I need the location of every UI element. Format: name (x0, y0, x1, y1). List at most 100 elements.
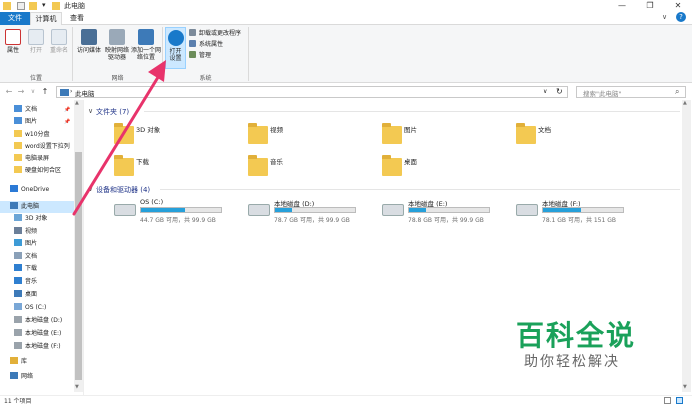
content-scrollbar[interactable]: ▲ ▼ (682, 100, 691, 392)
scroll-up-icon[interactable]: ▲ (75, 100, 79, 106)
drive-item[interactable]: OS (C:) 44.7 GB 可用，共 99.9 GB (114, 198, 244, 224)
sidebar-item[interactable]: 网络 (0, 371, 74, 383)
pin-icon[interactable]: 📌 (64, 116, 70, 128)
folders-section-title[interactable]: 文件夹 (7) (96, 107, 129, 117)
sidebar-item-label: 3D 对象 (25, 215, 48, 222)
folder-icon (516, 123, 536, 144)
sidebar-item[interactable]: 库 (0, 356, 74, 368)
scroll-down-icon[interactable]: ▼ (75, 384, 79, 390)
up-arrow-icon[interactable]: ↑ (40, 87, 50, 96)
sidebar-item-label: OS (C:) (25, 304, 47, 311)
collapse-drives-icon[interactable]: ∨ (88, 185, 93, 193)
sidebar-item-icon (14, 290, 22, 297)
drive-item[interactable]: 本地磁盘 (F:) 78.1 GB 可用，共 151 GB (516, 198, 646, 224)
sidebar-item[interactable]: word设置下拉列 (0, 141, 74, 153)
watermark-subtitle: 助你轻松解决 (524, 354, 620, 370)
back-arrow-icon[interactable]: ← (4, 87, 14, 96)
folder-item[interactable]: 图片 (382, 123, 502, 152)
sidebar-item[interactable]: w10分盘 (0, 129, 74, 141)
folder-icon (114, 155, 134, 176)
drives-section-title[interactable]: 设备和驱动器 (4) (96, 185, 150, 195)
minimize-button[interactable]: — (612, 0, 632, 12)
search-input[interactable]: 搜索"此电脑" ⌕ (576, 86, 686, 98)
sidebar-scrollbar[interactable]: ▲ ▼ (74, 100, 83, 392)
help-button[interactable]: ? (676, 12, 686, 22)
drive-usage-bar (408, 207, 490, 213)
scroll-down-icon[interactable]: ▼ (683, 384, 687, 390)
system-properties-label: 系统属性 (199, 41, 224, 48)
sidebar-item-label: 本地磁盘 (D:) (25, 317, 63, 324)
recent-dropdown-icon[interactable]: ∨ (28, 88, 38, 95)
folder-label: 文档 (538, 126, 551, 134)
computer-icon (189, 40, 196, 47)
folder-item[interactable]: 3D 对象 (114, 123, 234, 152)
drive-space-detail: 78.7 GB 可用，共 99.9 GB (274, 217, 350, 224)
details-view-icon[interactable] (664, 397, 671, 404)
large-icons-view-icon[interactable] (676, 397, 683, 404)
sidebar-item[interactable]: 本地磁盘 (D:) (0, 315, 74, 327)
sidebar-item[interactable]: 下载 (0, 263, 74, 275)
folder-item[interactable]: 视频 (248, 123, 368, 152)
uninstall-program-item[interactable]: 卸载或更改程序 (189, 29, 241, 38)
pin-icon[interactable]: 📌 (64, 104, 70, 116)
quick-access-properties-icon[interactable] (17, 2, 25, 10)
scroll-up-icon[interactable]: ▲ (683, 100, 687, 106)
quick-access-dropdown-icon[interactable]: ▾ (42, 1, 46, 9)
folder-icon (382, 155, 402, 176)
sidebar-item[interactable]: 文档 (0, 251, 74, 263)
tab-computer[interactable]: 计算机 (30, 12, 62, 25)
manage-item[interactable]: 管理 (189, 51, 211, 60)
sidebar-item[interactable]: 图片 (0, 238, 74, 250)
folder-icon (114, 123, 134, 144)
system-properties-item[interactable]: 系统属性 (189, 40, 223, 49)
folder-item[interactable]: 桌面 (382, 155, 502, 184)
tab-file[interactable]: 文件 (0, 12, 30, 25)
sidebar-item-label: 硬盘如何合区 (25, 167, 62, 174)
this-pc-title-icon (52, 2, 60, 10)
sidebar-item[interactable]: 此电脑 (0, 201, 74, 213)
address-bar[interactable]: › 此电脑 ∨ ↻ (56, 86, 568, 98)
sidebar-item-icon (14, 130, 22, 137)
sidebar-item[interactable]: 文档 📌 (0, 104, 74, 116)
rename-button[interactable]: 重命名 (47, 29, 71, 54)
new-folder-icon[interactable] (29, 2, 37, 10)
map-drive-button[interactable]: 映射网络驱动器 (103, 29, 131, 61)
refresh-icon[interactable]: ↻ (556, 87, 563, 96)
properties-button[interactable]: 属性 (3, 29, 23, 54)
drive-space-detail: 78.8 GB 可用，共 99.9 GB (408, 217, 484, 224)
access-media-button[interactable]: 访问媒体 (75, 29, 103, 54)
sidebar-item[interactable]: 音乐 (0, 276, 74, 288)
folder-item[interactable]: 音乐 (248, 155, 368, 184)
drive-usage-bar (542, 207, 624, 213)
add-network-location-button[interactable]: 添加一个网络位置 (131, 29, 161, 61)
sidebar-item[interactable]: 图片 📌 (0, 116, 74, 128)
sidebar-item[interactable]: OneDrive (0, 184, 74, 196)
open-settings-button[interactable]: 打开设置 (165, 27, 186, 69)
drive-name: OS (C:) (140, 198, 164, 206)
sidebar-item[interactable]: 桌面 (0, 289, 74, 301)
sidebar-item[interactable]: 本地磁盘 (E:) (0, 328, 74, 340)
maximize-button[interactable]: ❐ (640, 0, 660, 12)
collapse-folders-icon[interactable]: ∨ (88, 107, 93, 115)
sidebar-item-icon (14, 227, 22, 234)
open-button[interactable]: 打开 (26, 29, 46, 54)
sidebar-item[interactable]: OS (C:) (0, 302, 74, 314)
sidebar-item[interactable]: 硬盘如何合区 (0, 165, 74, 177)
sidebar-item[interactable]: 本地磁盘 (F:) (0, 341, 74, 353)
forward-arrow-icon[interactable]: → (16, 87, 26, 96)
drive-item[interactable]: 本地磁盘 (D:) 78.7 GB 可用，共 99.9 GB (248, 198, 378, 224)
tab-view[interactable]: 查看 (64, 12, 90, 25)
folder-item[interactable]: 文档 (516, 123, 636, 152)
sidebar-scroll-thumb[interactable] (75, 152, 82, 380)
map-drive-label: 映射网络驱动器 (104, 47, 129, 61)
manage-label: 管理 (199, 52, 212, 59)
close-button[interactable]: ✕ (668, 0, 688, 12)
drive-item[interactable]: 本地磁盘 (E:) 78.8 GB 可用，共 99.9 GB (382, 198, 512, 224)
ribbon-collapse-icon[interactable]: ∨ (662, 13, 667, 21)
sidebar-item[interactable]: 3D 对象 (0, 213, 74, 225)
folder-item[interactable]: 下载 (114, 155, 234, 184)
sidebar-item-label: 视频 (25, 228, 38, 235)
address-dropdown-icon[interactable]: ∨ (543, 88, 547, 95)
sidebar-item[interactable]: 视频 (0, 226, 74, 238)
sidebar-item[interactable]: 电脑录屏 (0, 153, 74, 165)
